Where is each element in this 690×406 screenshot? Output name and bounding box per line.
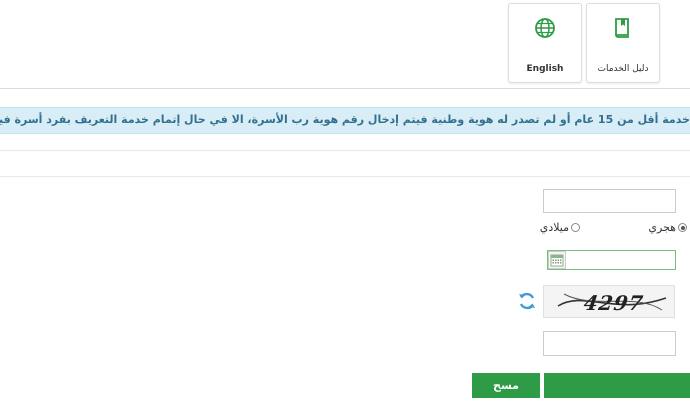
calendar-type-group: هجري ميلادي	[530, 221, 690, 239]
refresh-captcha-icon[interactable]	[517, 291, 537, 311]
captcha-image: 4297	[543, 285, 675, 318]
captcha-code: 4297	[582, 291, 646, 315]
globe-icon	[533, 16, 557, 40]
clear-button[interactable]: مسح	[472, 373, 540, 398]
radio-gregorian[interactable]: ميلادي	[540, 221, 580, 234]
calendar-icon[interactable]	[548, 251, 566, 269]
captcha-input[interactable]	[543, 331, 676, 356]
radio-hijri-circle[interactable]	[678, 223, 687, 232]
service-guide-tile[interactable]: دليل الخدمات	[586, 3, 660, 83]
radio-gregorian-label: ميلادي	[539, 221, 569, 234]
english-language-tile[interactable]: English	[508, 3, 582, 83]
book-icon	[611, 16, 635, 40]
header-divider	[0, 88, 690, 89]
service-guide-label: دليل الخدمات	[597, 64, 649, 74]
notice-text: خدمة أقل من 15 عام أو لم تصدر له هوية وط…	[0, 113, 690, 126]
english-label: English	[526, 64, 564, 74]
info-notice: خدمة أقل من 15 عام أو لم تصدر له هوية وط…	[0, 107, 690, 134]
radio-hijri-label: هجري	[648, 221, 676, 234]
submit-button[interactable]	[544, 373, 690, 398]
id-number-input[interactable]	[543, 189, 676, 213]
section-divider	[0, 176, 690, 177]
radio-hijri[interactable]: هجري	[648, 221, 687, 234]
section-divider	[0, 150, 690, 151]
radio-gregorian-circle[interactable]	[571, 223, 580, 232]
date-input[interactable]	[547, 250, 676, 270]
